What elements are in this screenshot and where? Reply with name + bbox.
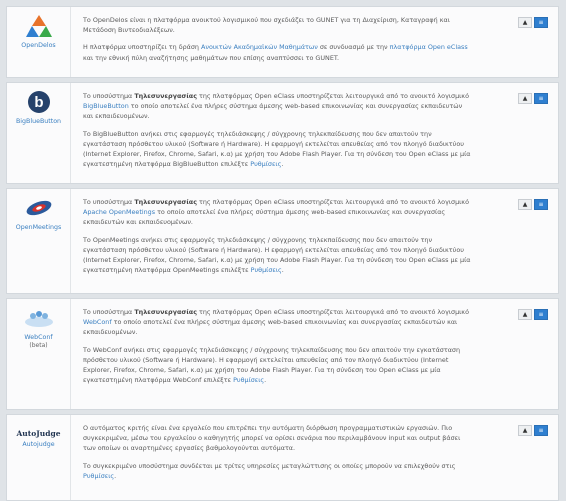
row-actions: ▲ ≡ bbox=[518, 425, 548, 436]
arrow-up-icon: ▲ bbox=[522, 201, 528, 208]
description-bold: Τηλεσυνεργασίας bbox=[134, 198, 197, 206]
settings-icon: ≡ bbox=[538, 201, 544, 208]
description-text: της πλατφόρμας Open eClass υποστηρίζεται… bbox=[197, 92, 469, 100]
link-open-courses[interactable]: Ανοικτών Ακαδημαϊκών Μαθημάτων bbox=[201, 43, 318, 51]
description-bold: Τηλεσυνεργασίας bbox=[134, 92, 197, 100]
description-paragraph: Το υποσύστημα Τηλεσυνεργασίας της πλατφό… bbox=[83, 197, 473, 228]
settings-icon: ≡ bbox=[538, 95, 544, 102]
logo-cell: OpenMeetings bbox=[7, 189, 71, 293]
description-paragraph: Το WebConf ανήκει στις εφαρμογές τηλεδιά… bbox=[83, 345, 473, 386]
description-text: . bbox=[264, 376, 267, 385]
link-settings[interactable]: Ρυθμίσεις bbox=[83, 472, 114, 480]
move-up-button[interactable]: ▲ bbox=[518, 93, 532, 104]
link-settings[interactable]: Ρυθμίσεις bbox=[251, 266, 282, 274]
bigbluebutton-logo-icon: b bbox=[24, 89, 54, 115]
extension-row-autojudge: AutoJudge Autojudge Ο αυτόματος κριτής ε… bbox=[6, 414, 559, 501]
arrow-up-icon: ▲ bbox=[522, 95, 528, 102]
link-software[interactable]: WebConf bbox=[83, 318, 112, 326]
description-paragraph: Το υποσύστημα Τηλεσυνεργασίας της πλατφό… bbox=[83, 91, 473, 122]
description-text: της πλατφόρμας Open eClass υποστηρίζεται… bbox=[197, 308, 469, 316]
description-text: Το υποσύστημα bbox=[83, 92, 135, 100]
extension-name[interactable]: OpenDelos bbox=[21, 42, 55, 50]
opendelos-logo-icon bbox=[24, 13, 54, 39]
settings-button[interactable]: ≡ bbox=[534, 309, 548, 320]
description-text: Το WebConf ανήκει στις εφαρμογές τηλεδιά… bbox=[83, 345, 461, 385]
extension-name[interactable]: BigBlueButton bbox=[16, 118, 61, 126]
extension-description: Το υποσύστημα Τηλεσυνεργασίας της πλατφό… bbox=[83, 91, 473, 176]
description-paragraph: Το υποσύστημα Τηλεσυνεργασίας της πλατφό… bbox=[83, 307, 473, 338]
description-text: σε συνδυασμό με την bbox=[317, 43, 390, 52]
description-paragraph: Το BigBlueButton ανήκει στις εφαρμογές τ… bbox=[83, 129, 473, 170]
settings-button[interactable]: ≡ bbox=[534, 425, 548, 436]
description-text: . bbox=[281, 266, 284, 275]
extension-row-webconf: WebConf (beta) Το υποσύστημα Τηλεσυνεργα… bbox=[6, 298, 559, 410]
logo-cell: b BigBlueButton bbox=[7, 83, 71, 183]
description-text: Το OpenDelos είναι η πλατφόρμα ανοικτού … bbox=[83, 16, 450, 35]
settings-icon: ≡ bbox=[538, 311, 544, 318]
webconf-logo-icon bbox=[24, 305, 54, 331]
row-actions: ▲ ≡ bbox=[518, 309, 548, 320]
move-up-button[interactable]: ▲ bbox=[518, 309, 532, 320]
settings-icon: ≡ bbox=[538, 427, 544, 434]
openmeetings-logo-icon bbox=[24, 195, 54, 221]
logo-cell: AutoJudge Autojudge bbox=[7, 415, 71, 500]
description-paragraph: Το συγκεκριμένο υποσύστημα συνδέεται με … bbox=[83, 461, 473, 481]
extension-description: Το υποσύστημα Τηλεσυνεργασίας της πλατφό… bbox=[83, 197, 473, 282]
extension-row-opendelos: OpenDelos Το OpenDelos είναι η πλατφόρμα… bbox=[6, 6, 559, 78]
description-text: το οποίο αποτελεί ένα πλήρες σύστημα άμε… bbox=[83, 318, 458, 337]
description-bold: Τηλεσυνεργασίας bbox=[134, 308, 197, 316]
description-text: . bbox=[114, 471, 117, 480]
arrow-up-icon: ▲ bbox=[522, 427, 528, 434]
row-actions: ▲ ≡ bbox=[518, 93, 548, 104]
arrow-up-icon: ▲ bbox=[522, 311, 528, 318]
link-open-eclass[interactable]: πλατφόρμα Open eClass bbox=[390, 43, 468, 51]
settings-icon: ≡ bbox=[538, 19, 544, 26]
autojudge-logo-icon: AutoJudge bbox=[16, 429, 61, 438]
description-text: και την εθνική πύλη αναζήτησης μαθημάτων… bbox=[83, 53, 340, 62]
link-settings[interactable]: Ρυθμίσεις bbox=[233, 376, 264, 384]
svg-text:b: b bbox=[34, 94, 43, 111]
description-text: Το υποσύστημα bbox=[83, 308, 135, 316]
move-up-button[interactable]: ▲ bbox=[518, 425, 532, 436]
extension-name[interactable]: OpenMeetings bbox=[16, 224, 62, 232]
settings-button[interactable]: ≡ bbox=[534, 17, 548, 28]
extension-description: Το υποσύστημα Τηλεσυνεργασίας της πλατφό… bbox=[83, 307, 473, 392]
extension-tag: (beta) bbox=[29, 342, 48, 349]
description-text: Το συγκεκριμένο υποσύστημα συνδέεται με … bbox=[83, 461, 456, 470]
extensions-panel: OpenDelos Το OpenDelos είναι η πλατφόρμα… bbox=[0, 0, 566, 501]
description-paragraph: Ο αυτόματος κριτής είναι ένα εργαλείο πο… bbox=[83, 423, 473, 454]
extension-description: Ο αυτόματος κριτής είναι ένα εργαλείο πο… bbox=[83, 423, 473, 488]
description-text: Ο αυτόματος κριτής είναι ένα εργαλείο πο… bbox=[83, 424, 461, 453]
settings-button[interactable]: ≡ bbox=[534, 199, 548, 210]
logo-cell: WebConf (beta) bbox=[7, 299, 71, 409]
move-up-button[interactable]: ▲ bbox=[518, 17, 532, 28]
description-paragraph: Το OpenDelos είναι η πλατφόρμα ανοικτού … bbox=[83, 15, 473, 35]
extension-row-bigbluebutton: b BigBlueButton Το υποσύστημα Τηλεσυνεργ… bbox=[6, 82, 559, 184]
description-text: το οποίο αποτελεί ένα πλήρες σύστημα άμε… bbox=[83, 102, 463, 121]
description-text: της πλατφόρμας Open eClass υποστηρίζεται… bbox=[197, 198, 469, 206]
row-actions: ▲ ≡ bbox=[518, 17, 548, 28]
extension-description: Το OpenDelos είναι η πλατφόρμα ανοικτού … bbox=[83, 15, 473, 70]
description-text: Η πλατφόρμα υποστηρίζει τη δράση bbox=[83, 43, 202, 52]
link-software[interactable]: Apache OpenMeetings bbox=[83, 208, 155, 216]
link-software[interactable]: BigBlueButton bbox=[83, 102, 129, 110]
link-settings[interactable]: Ρυθμίσεις bbox=[250, 160, 281, 168]
settings-button[interactable]: ≡ bbox=[534, 93, 548, 104]
row-actions: ▲ ≡ bbox=[518, 199, 548, 210]
extension-name[interactable]: Autojudge bbox=[22, 441, 54, 449]
logo-cell: OpenDelos bbox=[7, 7, 71, 77]
description-text: Το υποσύστημα bbox=[83, 198, 135, 206]
move-up-button[interactable]: ▲ bbox=[518, 199, 532, 210]
arrow-up-icon: ▲ bbox=[522, 19, 528, 26]
description-paragraph: Η πλατφόρμα υποστηρίζει τη δράση Ανοικτώ… bbox=[83, 42, 473, 62]
description-paragraph: Το OpenMeetings ανήκει στις εφαρμογές τη… bbox=[83, 235, 473, 276]
description-text: . bbox=[281, 160, 284, 169]
extension-name[interactable]: WebConf bbox=[24, 334, 52, 342]
extension-row-openmeetings: OpenMeetings Το υποσύστημα Τηλεσυνεργασί… bbox=[6, 188, 559, 294]
